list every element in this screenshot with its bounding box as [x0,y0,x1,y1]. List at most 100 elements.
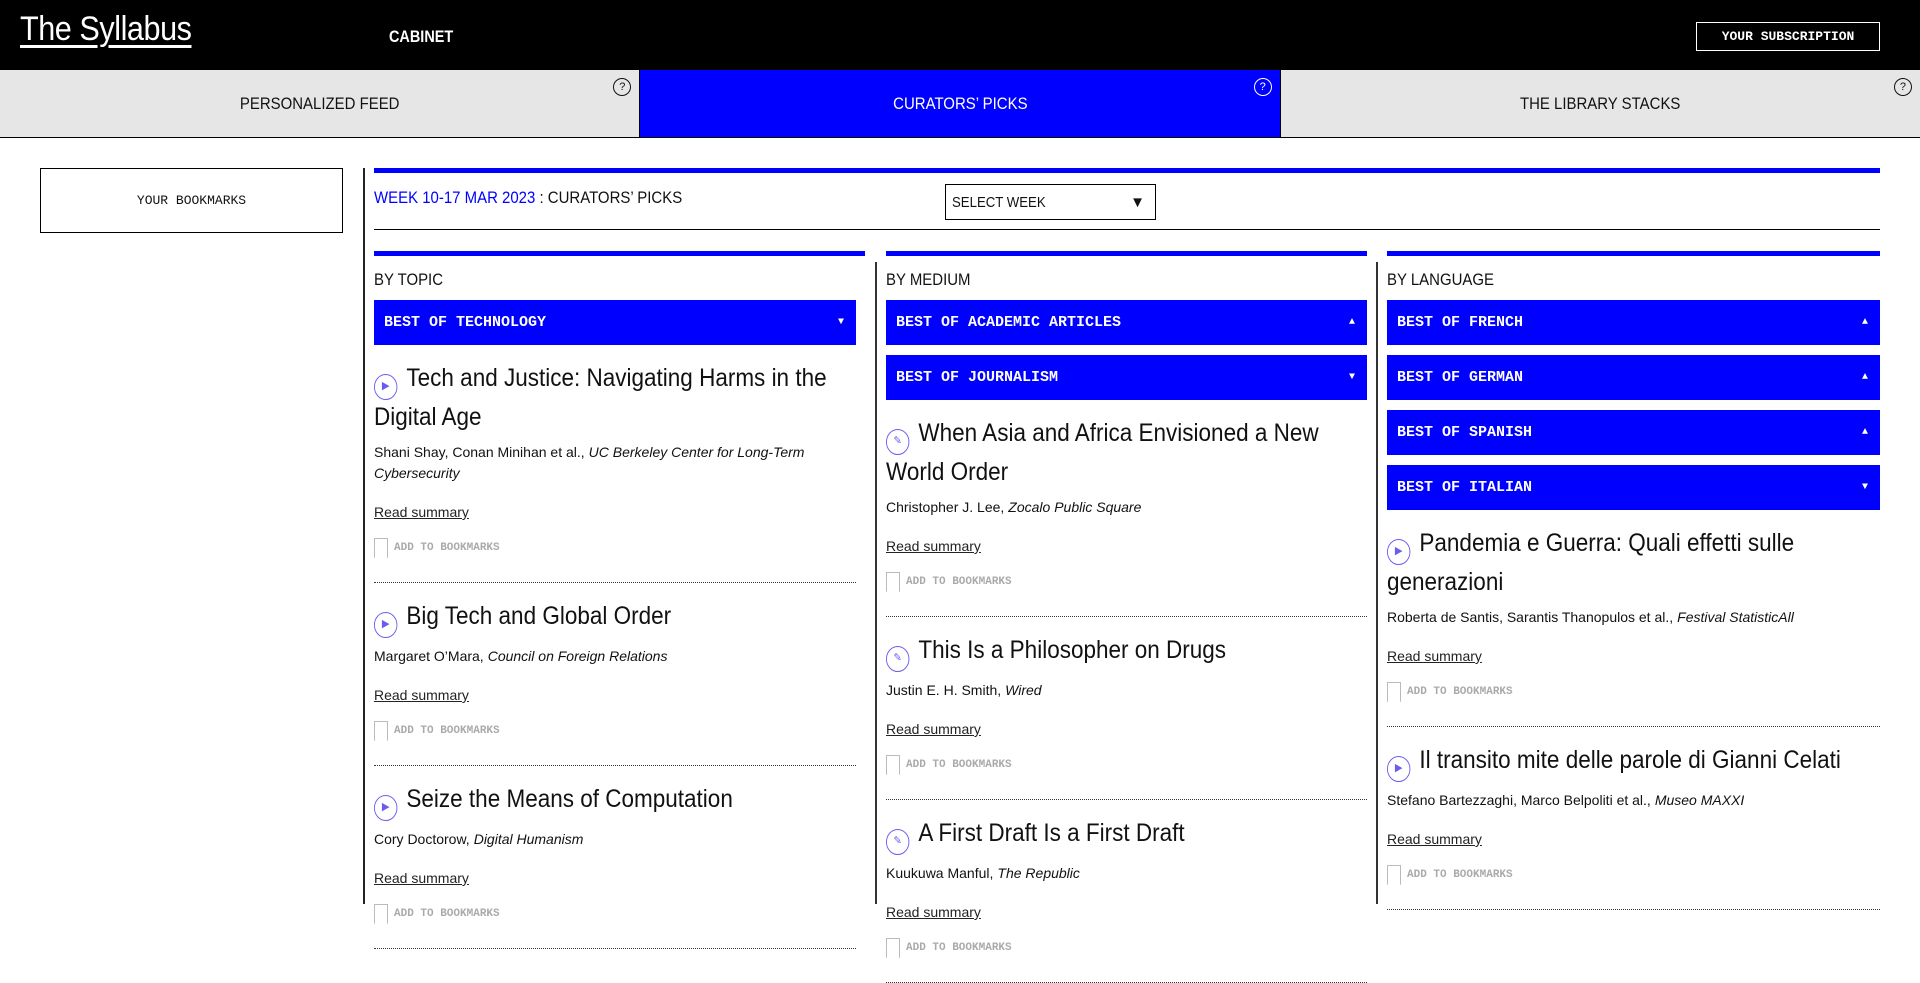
caret-down-icon: ▼ [1861,482,1868,493]
select-week-dropdown[interactable]: SELECT WEEK ▼ [945,184,1156,220]
item-title[interactable]: ✎ This Is a Philosopher on Drugs [886,633,1367,672]
item-title[interactable]: ▶ Big Tech and Global Order [374,599,856,638]
item-source: Wired [1005,682,1042,698]
add-to-bookmarks-button[interactable]: ADD TO BOOKMARKS [886,755,1367,775]
help-icon[interactable]: ? [1893,78,1912,96]
item-authors: Cory Doctorow, [374,831,470,847]
item-source: The Republic [997,865,1080,881]
item-title-text: Il transito mite delle parole di Gianni … [1419,746,1841,774]
video-icon: ▶ [1387,756,1411,782]
column-heading: BY LANGUAGE [1387,270,1494,289]
bookmark-icon [374,538,388,558]
category-dropdown[interactable]: BEST OF ACADEMIC ARTICLES ▲ [886,300,1367,345]
item-authors: Roberta de Santis, Sarantis Thanopulos e… [1387,609,1674,625]
category-label: BEST OF ACADEMIC ARTICLES [896,314,1122,331]
column-accent-bar [886,251,1367,256]
item-byline: Shani Shay, Conan Minihan et al., UC Berk… [374,442,856,484]
column-divider [1376,262,1378,904]
pen-icon: ✎ [886,429,910,455]
site-logo[interactable]: The Syllabus [20,10,192,49]
list-item: ▶ Seize the Means of Computation Cory Doc… [374,766,856,949]
add-to-bookmarks-label: ADD TO BOOKMARKS [906,942,1012,954]
divider [363,168,365,904]
item-byline: Cory Doctorow, Digital Humanism [374,829,856,850]
add-to-bookmarks-button[interactable]: ADD TO BOOKMARKS [1387,682,1880,702]
add-to-bookmarks-button[interactable]: ADD TO BOOKMARKS [886,572,1367,592]
read-summary-link[interactable]: Read summary [886,721,981,737]
item-title[interactable]: ▶ Tech and Justice: Navigating Harms in t… [374,361,856,434]
column-heading: BY TOPIC [374,270,444,289]
read-summary-link[interactable]: Read summary [374,504,469,520]
column-accent-bar [1387,251,1880,256]
bookmark-icon [374,904,388,924]
item-source: Museo MAXXI [1654,792,1745,808]
category-dropdown[interactable]: BEST OF TECHNOLOGY ▼ [374,300,856,345]
add-to-bookmarks-button[interactable]: ADD TO BOOKMARKS [1387,865,1880,885]
item-title[interactable]: ▶ Seize the Means of Computation [374,782,856,821]
item-byline: Kuukuwa Manful, The Republic [886,863,1367,884]
item-authors: Shani Shay, Conan Minihan et al., [374,444,585,460]
bookmark-icon [1387,682,1401,702]
week-suffix: : CURATORS’ PICKS [535,188,683,207]
read-summary-link[interactable]: Read summary [886,904,981,920]
tab-library-stacks[interactable]: THE LIBRARY STACKS? [1279,70,1920,137]
column-heading: BY MEDIUM [886,270,971,289]
item-authors: Kuukuwa Manful, [886,865,994,881]
caret-up-icon: ▲ [1861,427,1868,438]
tab-curators-picks[interactable]: CURATORS’ PICKS? [639,70,1280,137]
category-dropdown[interactable]: BEST OF GERMAN ▲ [1387,355,1880,400]
item-byline: Margaret O’Mara, Council on Foreign Relat… [374,646,856,667]
accent-bar [374,168,1880,173]
list-item: ✎ A First Draft Is a First Draft Kuukuwa … [886,800,1367,983]
subscription-button[interactable]: YOUR SUBSCRIPTION [1696,22,1880,51]
column-by-topic: BY TOPIC BEST OF TECHNOLOGY ▼ ▶ Tech and Ju… [374,251,865,949]
category-label: BEST OF GERMAN [1397,369,1524,386]
item-source: Digital Humanism [473,831,584,847]
list-item: ▶ Pandemia e Guerra: Quali effetti sulle … [1387,510,1880,727]
add-to-bookmarks-button[interactable]: ADD TO BOOKMARKS [374,904,856,924]
column-divider [875,262,877,904]
category-label: BEST OF FRENCH [1397,314,1524,331]
add-to-bookmarks-label: ADD TO BOOKMARKS [394,908,500,920]
category-dropdown[interactable]: BEST OF FRENCH ▲ [1387,300,1880,345]
item-title-text: Tech and Justice: Navigating Harms in th… [374,364,827,431]
caret-up-icon: ▲ [1861,372,1868,383]
item-title[interactable]: ▶ Pandemia e Guerra: Quali effetti sulle … [1387,526,1879,599]
tab-label: CURATORS’ PICKS [892,93,1028,113]
category-label: BEST OF TECHNOLOGY [384,314,547,331]
item-source: Council on Foreign Relations [487,648,668,664]
read-summary-link[interactable]: Read summary [1387,648,1482,664]
read-summary-link[interactable]: Read summary [374,870,469,886]
top-header: The Syllabus CABINET YOUR SUBSCRIPTION [0,0,1920,70]
category-dropdown[interactable]: BEST OF ITALIAN ▼ [1387,465,1880,510]
item-authors: Christopher J. Lee, [886,499,1005,515]
read-summary-link[interactable]: Read summary [886,538,981,554]
category-dropdown[interactable]: BEST OF SPANISH ▲ [1387,410,1880,455]
pen-icon: ✎ [886,829,910,855]
bookmark-icon [886,572,900,592]
read-summary-link[interactable]: Read summary [374,687,469,703]
add-to-bookmarks-button[interactable]: ADD TO BOOKMARKS [374,721,856,741]
item-title-text: Seize the Means of Computation [406,785,733,813]
tab-label: PERSONALIZED FEED [239,93,400,113]
help-icon[interactable]: ? [1253,78,1272,96]
week-range: WEEK 10-17 MAR 2023 [374,188,536,207]
add-to-bookmarks-button[interactable]: ADD TO BOOKMARKS [886,938,1367,958]
category-dropdown[interactable]: BEST OF JOURNALISM ▼ [886,355,1367,400]
item-title-text: Big Tech and Global Order [406,602,672,630]
item-title[interactable]: ✎ A First Draft Is a First Draft [886,816,1367,855]
category-label: BEST OF SPANISH [1397,424,1533,441]
item-title[interactable]: ▶ Il transito mite delle parole di Gianni… [1387,743,1879,782]
help-icon[interactable]: ? [613,78,632,96]
item-authors: Margaret O’Mara, [374,648,484,664]
add-to-bookmarks-label: ADD TO BOOKMARKS [906,759,1012,771]
add-to-bookmarks-button[interactable]: ADD TO BOOKMARKS [374,538,856,558]
nav-cabinet[interactable]: CABINET [389,27,453,47]
item-byline: Roberta de Santis, Sarantis Thanopulos e… [1387,607,1880,628]
item-title[interactable]: ✎ When Asia and Africa Envisioned a New W… [886,416,1367,489]
item-authors: Stefano Bartezzaghi, Marco Belpoliti et … [1387,792,1651,808]
add-to-bookmarks-label: ADD TO BOOKMARKS [1407,869,1513,881]
read-summary-link[interactable]: Read summary [1387,831,1482,847]
your-bookmarks-button[interactable]: YOUR BOOKMARKS [40,168,343,233]
tab-personalized-feed[interactable]: PERSONALIZED FEED? [0,70,640,137]
